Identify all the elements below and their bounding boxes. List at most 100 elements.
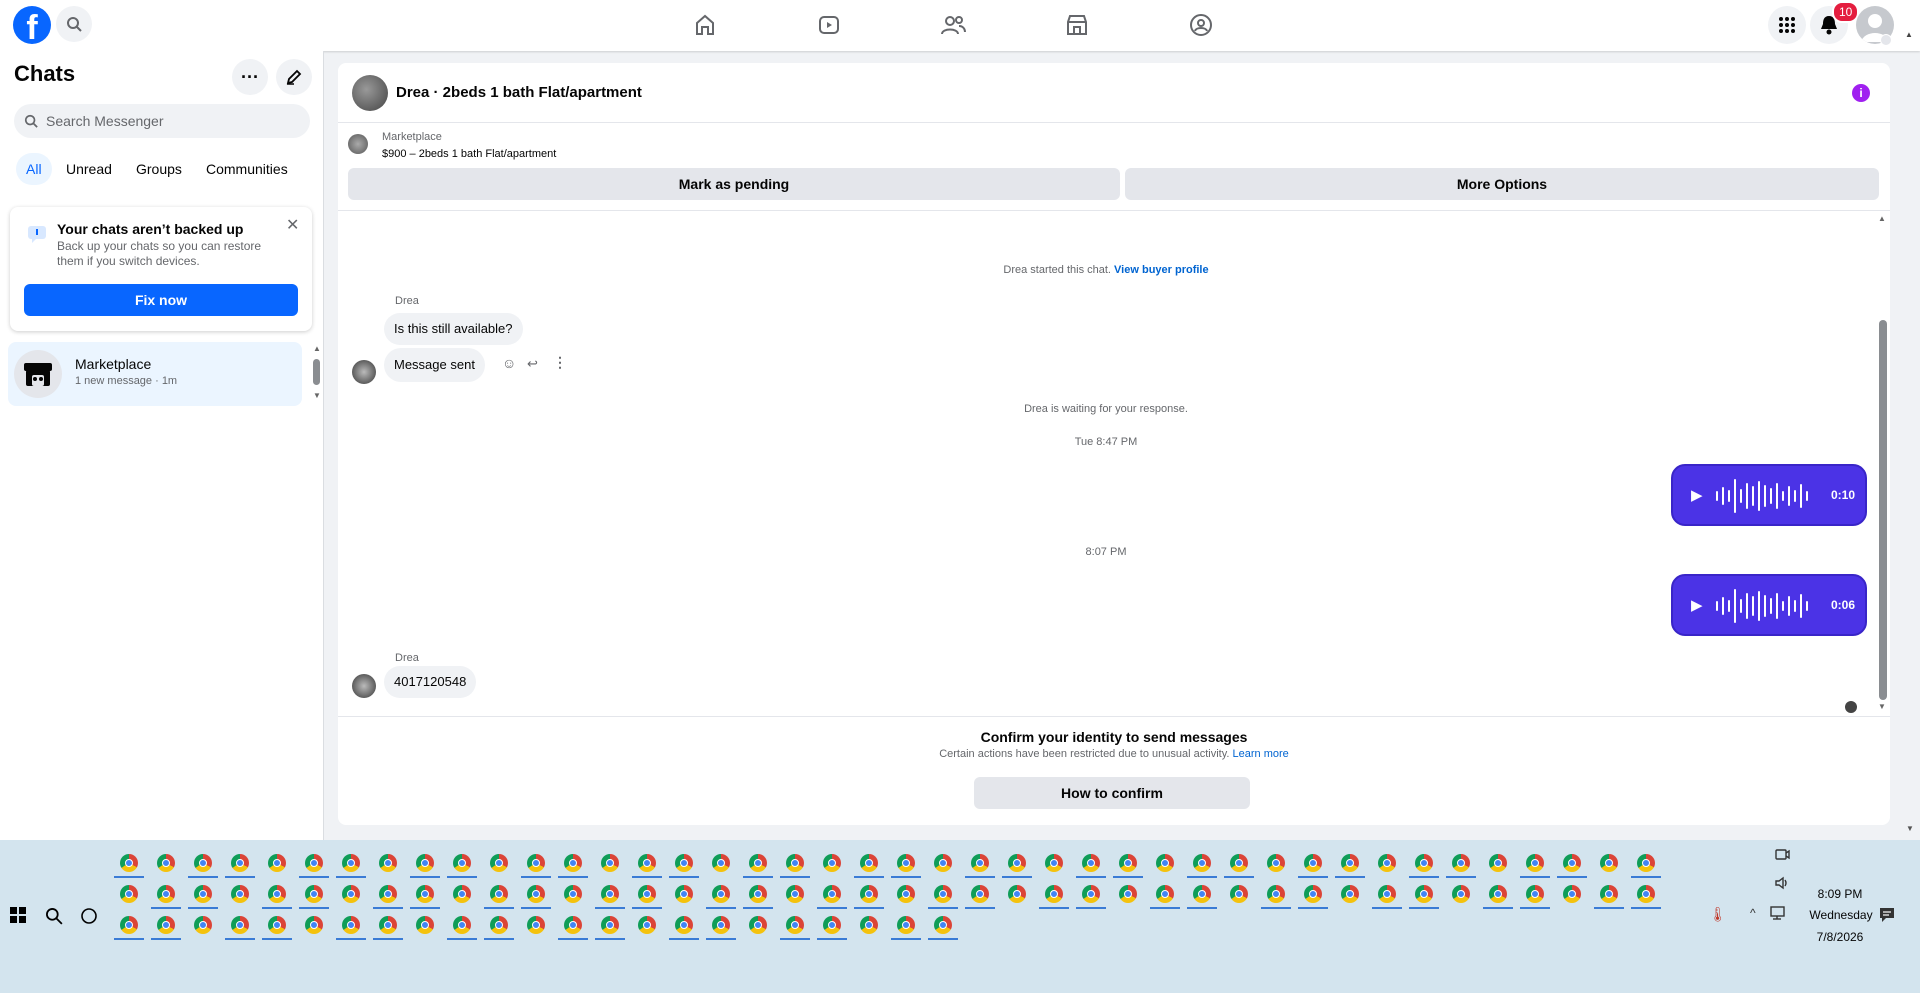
browser-app-icon[interactable] <box>231 916 249 934</box>
browser-app-icon[interactable] <box>1637 854 1655 872</box>
browser-app-icon[interactable] <box>1008 854 1026 872</box>
browser-app-icon[interactable] <box>1415 885 1433 903</box>
message-bubble[interactable]: 4017120548 <box>384 666 477 698</box>
browser-app-icon[interactable] <box>1415 854 1433 872</box>
browser-app-icon[interactable] <box>1045 885 1063 903</box>
marketplace-icon[interactable] <box>1064 12 1090 38</box>
browser-app-icon[interactable] <box>1156 854 1174 872</box>
browser-app-icon[interactable] <box>1600 885 1618 903</box>
browser-app-icon[interactable] <box>564 854 582 872</box>
browser-app-icon[interactable] <box>712 916 730 934</box>
browser-app-icon[interactable] <box>638 885 656 903</box>
browser-app-icon[interactable] <box>342 916 360 934</box>
browser-app-icon[interactable] <box>897 854 915 872</box>
browser-app-icon[interactable] <box>934 885 952 903</box>
filter-communities[interactable]: Communities <box>196 153 298 185</box>
friends-icon[interactable] <box>940 12 966 38</box>
more-options-button[interactable]: More Options <box>1125 168 1879 200</box>
browser-app-icon[interactable] <box>786 916 804 934</box>
browser-app-icon[interactable] <box>1008 885 1026 903</box>
messages-scrollbar-thumb[interactable] <box>1879 320 1887 700</box>
browser-app-icon[interactable] <box>971 885 989 903</box>
browser-app-icon[interactable] <box>268 854 286 872</box>
search-input[interactable]: Search Messenger <box>14 104 310 138</box>
browser-app-icon[interactable] <box>712 854 730 872</box>
browser-app-icon[interactable] <box>1378 885 1396 903</box>
scroll-down-arrow-icon[interactable]: ▼ <box>1878 702 1886 711</box>
browser-app-icon[interactable] <box>860 854 878 872</box>
scroll-down-arrow-icon[interactable]: ▼ <box>313 391 321 400</box>
browser-app-icon[interactable] <box>1156 885 1174 903</box>
windows-start-icon[interactable] <box>10 907 26 923</box>
notifications-center-icon[interactable] <box>1878 906 1896 924</box>
scroll-down-arrow-icon[interactable]: ▼ <box>1906 824 1914 833</box>
browser-app-icon[interactable] <box>1452 885 1470 903</box>
clock-date[interactable]: 7/8/2026 <box>1800 930 1880 944</box>
sidebar-scrollbar-thumb[interactable] <box>313 359 320 385</box>
conversation-avatar[interactable] <box>352 75 388 111</box>
browser-app-icon[interactable] <box>231 854 249 872</box>
browser-app-icon[interactable] <box>1082 854 1100 872</box>
browser-app-icon[interactable] <box>934 916 952 934</box>
browser-app-icon[interactable] <box>638 854 656 872</box>
conversation-title[interactable]: Drea · 2beds 1 bath Flat/apartment <box>396 84 642 101</box>
browser-app-icon[interactable] <box>1600 854 1618 872</box>
browser-app-icon[interactable] <box>786 854 804 872</box>
reply-icon[interactable]: ↩ <box>527 356 538 372</box>
browser-app-icon[interactable] <box>305 916 323 934</box>
browser-app-icon[interactable] <box>416 916 434 934</box>
browser-app-icon[interactable] <box>1082 885 1100 903</box>
browser-app-icon[interactable] <box>712 885 730 903</box>
info-icon[interactable]: i <box>1852 84 1870 102</box>
browser-app-icon[interactable] <box>564 885 582 903</box>
browser-app-icon[interactable] <box>157 885 175 903</box>
browser-app-icon[interactable] <box>1193 854 1211 872</box>
browser-app-icon[interactable] <box>749 854 767 872</box>
browser-app-icon[interactable] <box>638 916 656 934</box>
browser-app-icon[interactable] <box>823 916 841 934</box>
browser-app-icon[interactable] <box>231 885 249 903</box>
chat-options-button[interactable]: ··· <box>232 59 268 95</box>
cortana-icon[interactable] <box>80 907 98 925</box>
browser-app-icon[interactable] <box>1637 885 1655 903</box>
filter-groups[interactable]: Groups <box>126 153 192 185</box>
browser-app-icon[interactable] <box>1119 885 1137 903</box>
browser-app-icon[interactable] <box>1304 885 1322 903</box>
browser-app-icon[interactable] <box>1563 854 1581 872</box>
filter-all[interactable]: All <box>16 153 52 185</box>
browser-app-icon[interactable] <box>860 916 878 934</box>
menu-grid-button[interactable] <box>1768 6 1806 44</box>
browser-app-icon[interactable] <box>305 885 323 903</box>
browser-app-icon[interactable] <box>897 916 915 934</box>
filter-unread[interactable]: Unread <box>56 153 122 185</box>
browser-app-icon[interactable] <box>527 885 545 903</box>
browser-app-icon[interactable] <box>1452 854 1470 872</box>
browser-app-icon[interactable] <box>527 854 545 872</box>
browser-app-icon[interactable] <box>934 854 952 872</box>
groups-icon[interactable] <box>1188 12 1214 38</box>
browser-app-icon[interactable] <box>490 916 508 934</box>
browser-app-icon[interactable] <box>1230 854 1248 872</box>
browser-app-icon[interactable] <box>305 854 323 872</box>
browser-app-icon[interactable] <box>786 885 804 903</box>
browser-app-icon[interactable] <box>120 854 138 872</box>
mark-as-pending-button[interactable]: Mark as pending <box>348 168 1120 200</box>
browser-app-icon[interactable] <box>194 885 212 903</box>
browser-app-icon[interactable] <box>1304 854 1322 872</box>
browser-app-icon[interactable] <box>601 885 619 903</box>
browser-app-icon[interactable] <box>971 854 989 872</box>
search-icon[interactable] <box>45 907 63 925</box>
browser-app-icon[interactable] <box>453 885 471 903</box>
browser-app-icon[interactable] <box>1193 885 1211 903</box>
chat-list-item[interactable]: Marketplace 1 new message · 1m <box>8 342 302 406</box>
browser-app-icon[interactable] <box>416 854 434 872</box>
browser-app-icon[interactable] <box>490 854 508 872</box>
listing-title[interactable]: $900 – 2beds 1 bath Flat/apartment <box>382 148 556 160</box>
browser-app-icon[interactable] <box>1341 854 1359 872</box>
browser-app-icon[interactable] <box>1489 854 1507 872</box>
browser-app-icon[interactable] <box>1563 885 1581 903</box>
listing-thumbnail[interactable] <box>348 134 368 154</box>
clock-time[interactable]: 8:09 PM <box>1800 887 1880 901</box>
clock-day[interactable]: Wednesday <box>1796 908 1886 922</box>
how-to-confirm-button[interactable]: How to confirm <box>974 777 1250 809</box>
